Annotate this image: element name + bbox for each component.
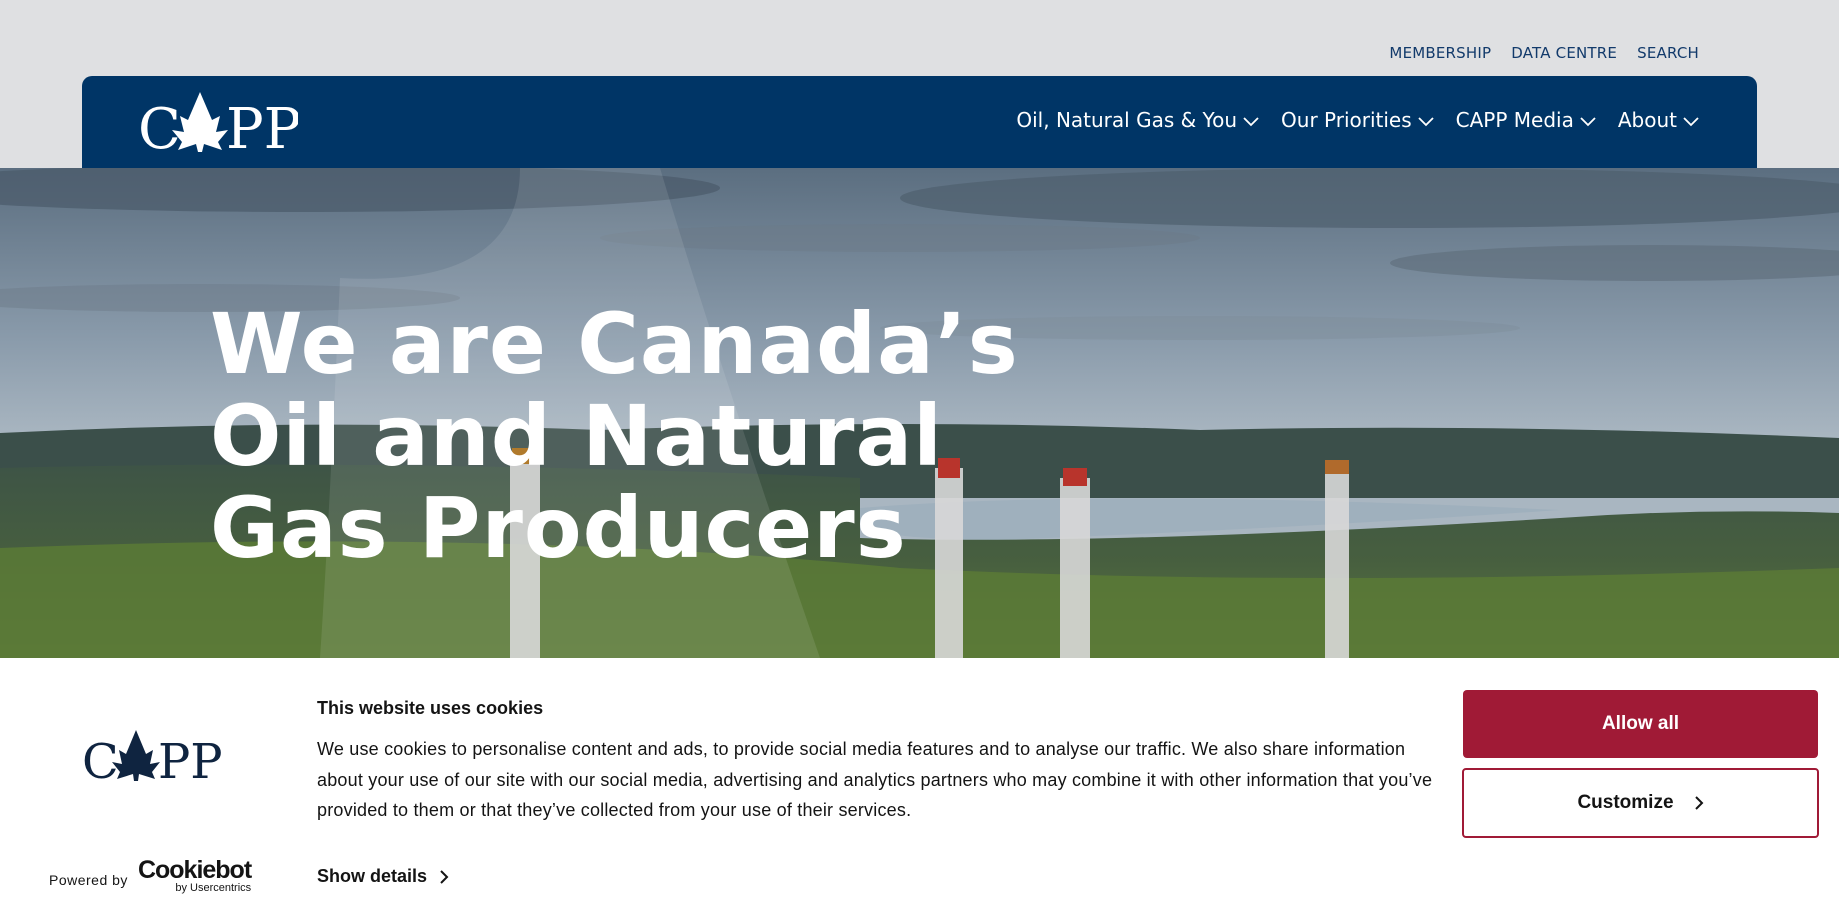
customize-button[interactable]: Customize [1462, 768, 1819, 838]
nav-menu: Oil, Natural Gas & You Our Priorities CA… [1016, 108, 1699, 132]
nav-about[interactable]: About [1618, 108, 1699, 132]
svg-text:PP: PP [158, 734, 222, 784]
nav-capp-media[interactable]: CAPP Media [1456, 108, 1596, 132]
chevron-down-icon [1243, 116, 1259, 126]
nav-item-label: Oil, Natural Gas & You [1016, 108, 1238, 132]
capp-logo-mark: C PP [138, 92, 301, 162]
customize-label: Customize [1577, 792, 1674, 813]
svg-text:C: C [82, 734, 119, 784]
svg-text:C: C [138, 97, 181, 154]
hero-title-line: Oil and Natural [210, 387, 943, 485]
show-details-label: Show details [317, 866, 428, 886]
cookiebot-wordmark: Cookiebot [137, 856, 252, 884]
nav-item-label: About [1617, 108, 1677, 132]
chevron-down-icon [1580, 116, 1596, 126]
membership-link[interactable]: MEMBERSHIP [1389, 44, 1491, 62]
hero-title: We are Canada’s Oil and Natural Gas Prod… [210, 298, 1019, 574]
cookie-title: This website uses cookies [317, 698, 544, 718]
utility-bar: MEMBERSHIP DATA CENTRE SEARCH [0, 0, 1839, 76]
utility-links: MEMBERSHIP DATA CENTRE SEARCH [1389, 44, 1699, 62]
nav-item-label: CAPP Media [1455, 108, 1574, 132]
capp-logo[interactable]: C PP [138, 90, 301, 162]
svg-text:PP: PP [226, 97, 298, 154]
data-centre-link[interactable]: DATA CENTRE [1511, 44, 1617, 62]
main-nav: C PP Oil, Natural Gas & You Our Prioriti… [82, 76, 1757, 168]
hero-banner: We are Canada’s Oil and Natural Gas Prod… [0, 168, 1839, 658]
chevron-right-icon [440, 869, 449, 884]
nav-our-priorities[interactable]: Our Priorities [1281, 108, 1434, 132]
chevron-right-icon [1694, 796, 1703, 810]
search-link[interactable]: SEARCH [1637, 44, 1699, 62]
powered-by-cookiebot[interactable]: Powered by Cookiebot by Usercentrics [49, 856, 252, 895]
nav-item-label: Our Priorities [1281, 108, 1412, 132]
hero-title-line: We are Canada’s [210, 295, 1019, 393]
chevron-down-icon [1418, 116, 1434, 126]
allow-all-button[interactable]: Allow all [1463, 690, 1818, 758]
hero-title-line: Gas Producers [210, 479, 907, 577]
cookie-consent-banner: C PP Powered by Cookiebot by Usercentric… [0, 658, 1839, 924]
chevron-down-icon [1683, 116, 1699, 126]
capp-logo-mark: C PP [82, 730, 223, 790]
cookie-brand-logo: C PP [82, 728, 223, 790]
cookie-description: We use cookies to personalise content an… [317, 739, 1433, 820]
cookiebot-logo: Cookiebot by Usercentrics [137, 856, 252, 895]
nav-oil-natural-gas-you[interactable]: Oil, Natural Gas & You [1016, 108, 1259, 132]
cookiebot-byline: by Usercentrics [175, 882, 252, 894]
powered-by-label: Powered by [49, 872, 128, 888]
show-details-link[interactable]: Show details [317, 866, 449, 887]
